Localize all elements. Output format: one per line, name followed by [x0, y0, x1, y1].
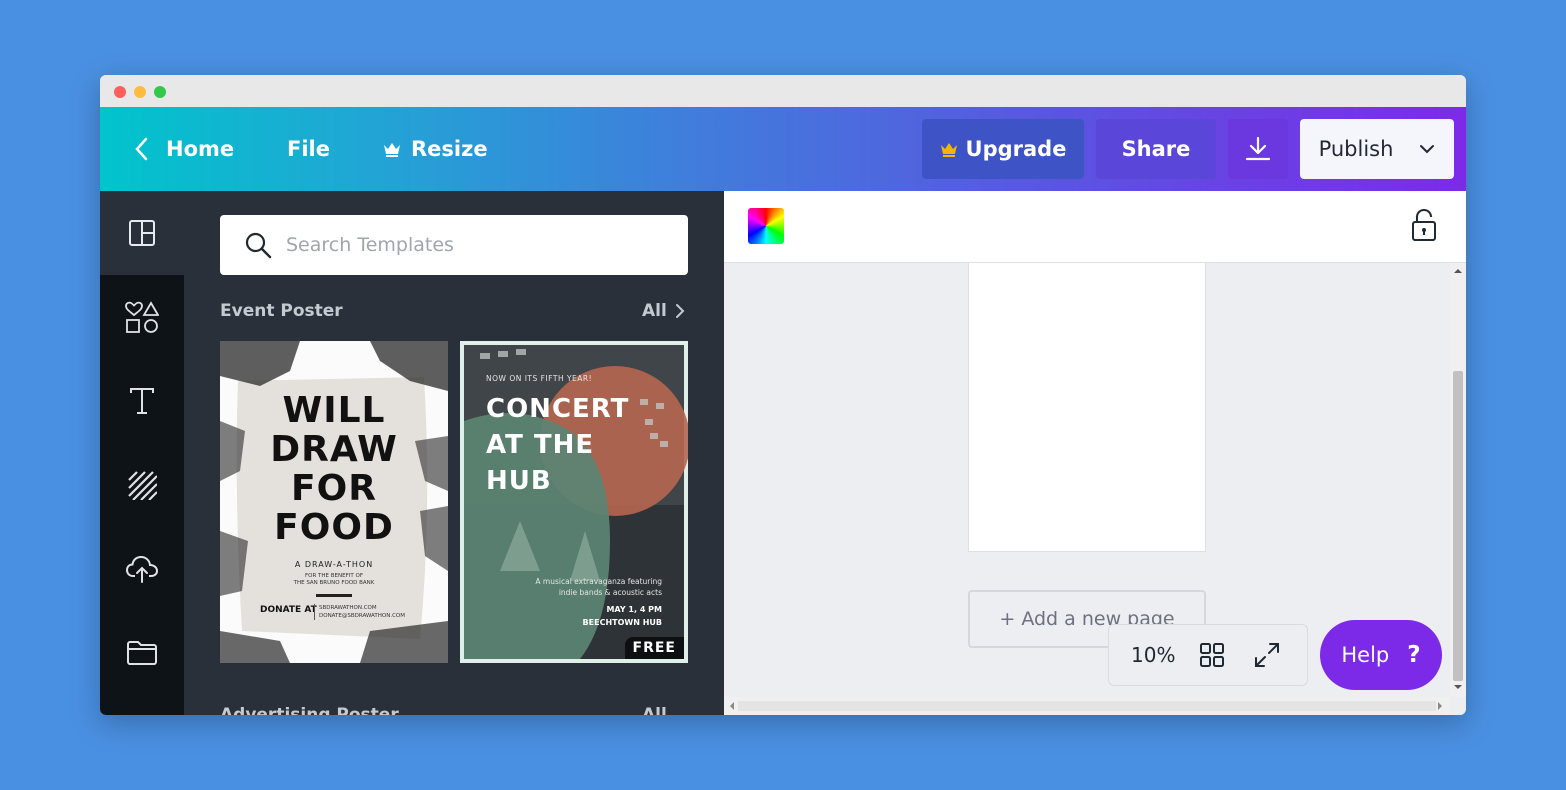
publish-label: Publish	[1318, 137, 1394, 161]
benefit-line: FOR THE BENEFIT OF	[304, 573, 363, 579]
poster-headline: WILL DRAW FOR FOOD	[220, 391, 448, 547]
canvas-toolbar	[724, 191, 1466, 263]
poster-donate: DONATE AT	[260, 605, 317, 615]
search-placeholder: Search Templates	[286, 234, 454, 256]
sidebar-item-text[interactable]	[100, 359, 184, 443]
design-page[interactable]	[968, 263, 1206, 552]
scroll-right-arrow-icon[interactable]	[1436, 701, 1444, 711]
scroll-up-arrow-icon[interactable]	[1453, 267, 1463, 275]
template-thumbnail-concert-at-the-hub[interactable]: NOW ON ITS FIFTH YEAR! CONCERT AT THE HU…	[460, 341, 688, 663]
sidebar-rail	[100, 191, 184, 715]
home-button[interactable]: Home	[134, 107, 234, 191]
poster-where: BEECHTOWN HUB	[582, 618, 662, 627]
grid-view-icon[interactable]	[1199, 642, 1225, 668]
see-all-label: All	[642, 301, 667, 321]
headline-line: CONCERT	[486, 394, 630, 424]
color-picker-swatch[interactable]	[748, 208, 784, 244]
chevron-right-icon	[675, 304, 685, 318]
poster-benefit: FOR THE BENEFIT OF THE SAN BRUNO FOOD BA…	[220, 573, 448, 587]
chevron-left-icon	[135, 137, 148, 161]
sidebar-item-elements[interactable]	[100, 275, 184, 359]
upgrade-label: Upgrade	[965, 137, 1067, 161]
section-title-advertising-poster: Advertising Poster	[220, 705, 399, 715]
upgrade-button[interactable]: Upgrade	[922, 119, 1084, 179]
sidebar-item-uploads[interactable]	[100, 527, 184, 611]
titlebar	[100, 75, 1466, 107]
search-icon	[245, 232, 272, 259]
template-thumbnail-draw-for-food[interactable]: WILL DRAW FOR FOOD A DRAW-A-THON FOR THE…	[220, 341, 448, 663]
folder-icon	[127, 641, 157, 665]
templates-panel: Search Templates Event Poster All WILL D…	[184, 191, 724, 715]
sidebar-item-folders[interactable]	[100, 611, 184, 695]
poster-subtitle: A DRAW-A-THON	[294, 560, 374, 569]
question-mark-icon: ?	[1407, 642, 1421, 668]
help-label: Help	[1341, 643, 1390, 667]
poster-when: MAY 1, 4 PM	[606, 605, 662, 614]
lock-icon[interactable]	[1410, 208, 1438, 242]
top-toolbar: Home File Resize Upgrade Share Publish	[100, 107, 1466, 191]
file-menu-button[interactable]: File	[287, 107, 330, 191]
pattern-icon	[128, 471, 157, 500]
headline-line: HUB	[486, 466, 552, 496]
file-label: File	[287, 137, 330, 161]
help-button[interactable]: Help ?	[1320, 620, 1442, 690]
sidebar-item-background[interactable]	[100, 443, 184, 527]
free-badge: FREE	[624, 637, 684, 659]
zoom-dot[interactable]	[154, 86, 166, 98]
headline-line: FOR	[291, 468, 377, 509]
cloud-upload-icon	[125, 555, 159, 583]
headline-line: AT THE	[486, 430, 595, 460]
see-all-event-poster-link[interactable]: All	[642, 301, 685, 321]
scroll-down-arrow-icon[interactable]	[1453, 683, 1463, 691]
desc-line: A musical extravaganza featuring	[535, 577, 662, 586]
poster-description: A musical extravaganza featuring indie b…	[535, 576, 662, 598]
home-label: Home	[166, 137, 235, 161]
headline-line: FOOD	[274, 507, 394, 548]
section-title-event-poster: Event Poster	[220, 301, 343, 321]
crown-icon	[940, 143, 957, 157]
resize-label: Resize	[411, 137, 488, 161]
sidebar-item-templates[interactable]	[100, 191, 184, 275]
app-window: Home File Resize Upgrade Share Publish S…	[100, 75, 1466, 715]
headline-line: DRAW	[270, 429, 398, 470]
link-line: DONATE@SBDRAWATHON.COM	[319, 613, 405, 619]
zoom-level[interactable]: 10%	[1131, 643, 1199, 667]
poster-links: SBDRAWATHON.COM DONATE@SBDRAWATHON.COM	[314, 604, 405, 620]
layout-icon	[129, 220, 155, 246]
download-icon	[1245, 136, 1271, 161]
download-button[interactable]	[1228, 119, 1288, 179]
poster-kicker: NOW ON ITS FIFTH YEAR!	[486, 374, 593, 383]
share-label: Share	[1121, 137, 1191, 161]
poster-headline: CONCERT AT THE HUB	[486, 391, 629, 499]
minimize-dot[interactable]	[134, 86, 146, 98]
see-all-advertising-poster-link[interactable]: All	[642, 705, 667, 715]
horizontal-scroll-thumb[interactable]	[738, 701, 1436, 711]
concert-photo	[464, 345, 688, 659]
fullscreen-icon[interactable]	[1253, 641, 1281, 669]
close-dot[interactable]	[114, 86, 126, 98]
search-templates-input[interactable]: Search Templates	[220, 215, 688, 275]
vertical-scroll-thumb[interactable]	[1453, 371, 1463, 681]
resize-button[interactable]: Resize	[383, 107, 488, 191]
chevron-down-icon	[1420, 145, 1435, 154]
vertical-scrollbar[interactable]	[1450, 263, 1466, 697]
share-button[interactable]: Share	[1096, 119, 1216, 179]
text-icon	[130, 388, 154, 414]
headline-line: WILL	[282, 390, 386, 431]
desc-line: indie bands & acoustic acts	[558, 588, 662, 597]
horizontal-scrollbar[interactable]	[724, 697, 1450, 715]
publish-button[interactable]: Publish	[1300, 119, 1454, 179]
shapes-icon	[125, 301, 159, 333]
crown-icon	[384, 143, 400, 157]
zoom-controls: 10%	[1108, 624, 1308, 686]
scroll-left-arrow-icon[interactable]	[728, 701, 736, 711]
benefit-line: THE SAN BRUNO FOOD BANK	[293, 580, 375, 586]
link-line: SBDRAWATHON.COM	[319, 605, 377, 611]
